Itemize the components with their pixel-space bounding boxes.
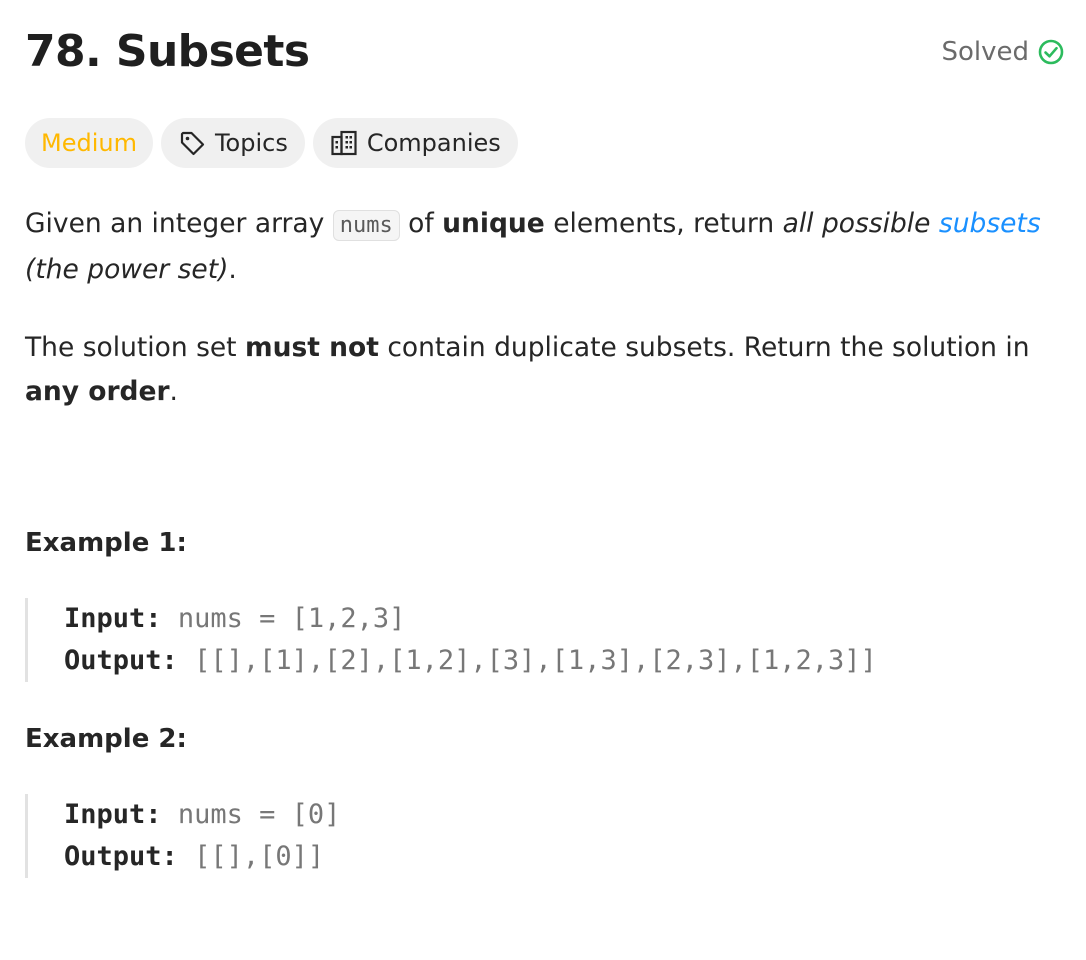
tag-row: Medium Topics Companies xyxy=(25,118,518,168)
subsets-link[interactable]: subsets xyxy=(939,208,1041,239)
desc-bold: unique xyxy=(442,208,545,239)
desc-text: of xyxy=(399,208,443,239)
description-paragraph-2: The solution set must not contain duplic… xyxy=(25,326,1065,414)
description-paragraph-1: Given an integer array nums of unique el… xyxy=(25,202,1065,292)
example-1-output: Output: [[],[1],[2],[1,2],[3],[1,3],[2,3… xyxy=(64,640,1065,682)
example-2-input: Input: nums = [0] xyxy=(64,794,1065,836)
solved-status: Solved xyxy=(941,34,1065,70)
check-circle-icon xyxy=(1037,38,1065,66)
desc-text: . xyxy=(169,376,178,407)
desc-bold: any order xyxy=(25,376,170,407)
description-body: Given an integer array nums of unique el… xyxy=(25,202,1065,448)
example-2-block: Input: nums = [0] Output: [[],[0]] xyxy=(25,794,1065,878)
building-icon xyxy=(330,129,358,157)
topics-label: Topics xyxy=(214,129,288,157)
input-value: nums = [0] xyxy=(177,799,341,830)
example-1-block: Input: nums = [1,2,3] Output: [[],[1],[2… xyxy=(25,598,1065,682)
output-value: [[],[1],[2],[1,2],[3],[1,3],[2,3],[1,2,3… xyxy=(194,645,877,676)
difficulty-badge: Medium xyxy=(25,118,153,168)
desc-text: contain duplicate subsets. Return the so… xyxy=(378,332,1030,363)
tag-icon xyxy=(178,129,206,157)
input-label: Input: xyxy=(64,799,162,830)
desc-text: The solution set xyxy=(25,332,245,363)
input-label: Input: xyxy=(64,603,162,634)
solved-label: Solved xyxy=(941,37,1029,67)
input-value: nums = [1,2,3] xyxy=(177,603,406,634)
output-label: Output: xyxy=(64,645,178,676)
topics-button[interactable]: Topics xyxy=(160,118,305,168)
output-label: Output: xyxy=(64,841,178,872)
desc-text: elements, return xyxy=(544,208,783,239)
desc-text: . xyxy=(228,254,237,285)
example-2-heading: Example 2: xyxy=(25,724,187,754)
example-1-heading: Example 1: xyxy=(25,528,187,558)
inline-code-nums: nums xyxy=(332,210,400,241)
desc-bold: must not xyxy=(245,332,379,363)
desc-text: Given an integer array xyxy=(25,208,333,239)
companies-button[interactable]: Companies xyxy=(312,118,518,168)
example-2-output: Output: [[],[0]] xyxy=(64,836,1065,878)
example-1-input: Input: nums = [1,2,3] xyxy=(64,598,1065,640)
desc-italic: (the power set) xyxy=(25,254,229,285)
problem-title[interactable]: 78. Subsets xyxy=(25,22,310,82)
companies-label: Companies xyxy=(366,129,501,157)
desc-italic: all possible xyxy=(782,208,939,239)
title-row: 78. Subsets Solved xyxy=(25,22,1065,82)
output-value: [[],[0]] xyxy=(194,841,325,872)
